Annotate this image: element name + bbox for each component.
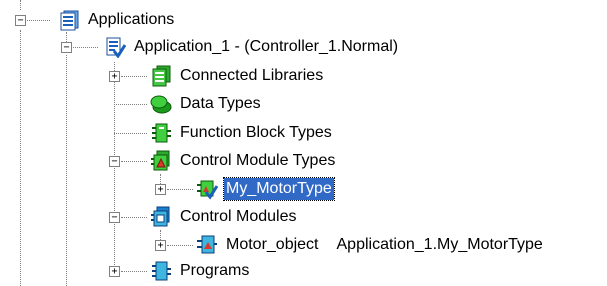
tree-item-label: Applications: [88, 11, 175, 28]
tree-item-label: My_MotorType: [223, 177, 335, 201]
tree-line: [121, 271, 147, 272]
tree-item-function-block-types[interactable]: Function Block Types: [150, 122, 334, 144]
project-explorer-tree: − − + − + − + + Applications Application…: [0, 0, 607, 286]
tree-line: [121, 76, 147, 77]
control-modules-icon: [151, 206, 170, 227]
programs-icon: [152, 261, 171, 281]
tree-item-connected-libraries[interactable]: Connected Libraries: [150, 65, 325, 87]
function-block-types-icon: [152, 123, 171, 143]
tree-item-label: Motor_object: [226, 236, 319, 253]
tree-line-root: [20, 0, 21, 10]
tree-item-label: Function Block Types: [180, 124, 332, 141]
tree-item-my-motortype[interactable]: My_MotorType: [196, 177, 335, 201]
tree-line: [121, 161, 147, 162]
tree-line: [114, 104, 147, 105]
applications-folder-icon: [60, 10, 79, 31]
tree-item-label: Data Types: [180, 95, 261, 112]
tree-item-control-modules[interactable]: Control Modules: [150, 206, 299, 228]
expand-connected-libraries-button[interactable]: +: [109, 71, 120, 82]
collapse-control-modules-button[interactable]: −: [109, 212, 120, 223]
tree-item-type-path: Application_1.My_MotorType: [336, 236, 543, 253]
tree-line-root-lower: [20, 30, 21, 286]
tree-item-programs[interactable]: Programs: [150, 260, 251, 282]
tree-item-data-types[interactable]: Data Types: [150, 93, 263, 115]
tree-line: [114, 133, 147, 134]
tree-item-label: Programs: [180, 262, 250, 279]
libraries-icon: [152, 65, 171, 87]
tree-item-label: Control Module Types: [180, 152, 336, 169]
tree-line: [167, 189, 193, 190]
data-types-icon: [150, 95, 172, 114]
tree-item-label: Control Modules: [180, 208, 297, 225]
control-module-object-icon: [197, 235, 217, 254]
collapse-applications-button[interactable]: −: [15, 15, 26, 26]
tree-line: [27, 20, 50, 21]
collapse-application-button[interactable]: −: [61, 42, 72, 53]
motor-type-icon: [197, 180, 218, 200]
control-module-types-icon: [151, 150, 170, 171]
tree-line: [73, 47, 98, 48]
tree-line: [167, 245, 193, 246]
tree-line: [121, 217, 147, 218]
expand-my-motortype-button[interactable]: +: [155, 184, 166, 195]
tree-item-control-module-types[interactable]: Control Module Types: [150, 150, 337, 172]
tree-item-label: Connected Libraries: [180, 67, 324, 84]
tree-line: [66, 55, 67, 286]
tree-item-label: Application_1 - (Controller_1.Normal): [134, 38, 399, 55]
tree-item-application-1[interactable]: Application_1 - (Controller_1.Normal): [104, 36, 400, 58]
collapse-control-module-types-button[interactable]: −: [109, 156, 120, 167]
expand-programs-button[interactable]: +: [109, 266, 120, 277]
tree-item-applications[interactable]: Applications: [58, 9, 176, 31]
expand-motor-object-button[interactable]: +: [155, 240, 166, 251]
application-check-icon: [106, 37, 126, 58]
tree-item-motor-object[interactable]: Motor_object Application_1.My_MotorType: [196, 234, 543, 256]
